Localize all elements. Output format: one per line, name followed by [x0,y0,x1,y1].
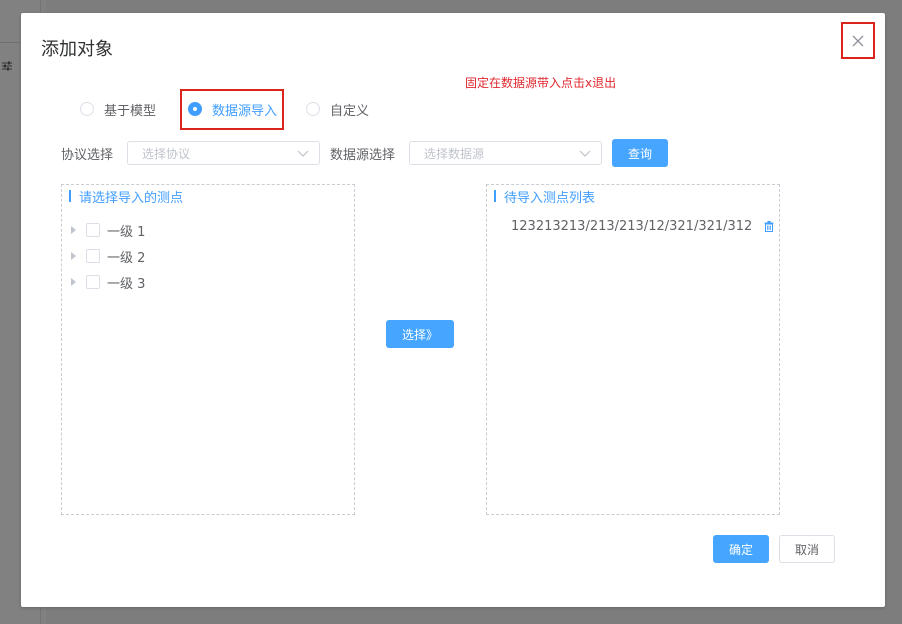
close-button[interactable] [841,22,875,59]
protocol-select[interactable]: 选择协议 [127,141,321,165]
chevron-down-icon [297,150,309,157]
close-icon [852,35,864,46]
datasource-label: 数据源选择 [330,147,396,163]
background-divider [0,42,20,43]
tree-checkbox[interactable] [86,223,100,237]
tree-node-label: 一级 2 [107,250,146,266]
radio-dot [306,102,321,116]
highlight-box: 数据源导入 [180,88,285,130]
tree-node: 一级 3 [71,269,145,295]
tree-node-label: 一级 1 [107,224,146,240]
import-mode-radio-group: 基于模型 数据源导入 自定义 [80,88,369,130]
confirm-button[interactable]: 确定 [713,535,769,563]
pending-import-panel: 待导入测点列表 123213213/213/213/12/321/321/312 [486,184,780,515]
radio-label: 数据源导入 [212,103,278,119]
expand-arrow-icon[interactable] [71,252,76,260]
panel-title: 待导入测点列表 [504,190,596,206]
cancel-button[interactable]: 取消 [779,535,835,563]
annotation-note: 固定在数据源带入点击x退出 [465,76,617,90]
filter-row: 协议选择 选择协议 数据源选择 选择数据源 查询 [61,139,669,167]
chevron-down-icon [579,150,591,157]
datasource-select[interactable]: 选择数据源 [409,141,603,165]
radio-label: 自定义 [330,103,370,119]
radio-label: 基于模型 [104,103,157,119]
tree-node: 一级 1 [71,217,145,243]
panel-title: 请选择导入的测点 [79,190,184,206]
point-tree: 一级 1 一级 2 一级 3 [71,217,145,295]
header-accent-bar [69,190,71,202]
radio-model-based[interactable]: 基于模型 [80,100,156,119]
import-item-path: 123213213/213/213/12/321/321/312 [511,219,753,234]
radio-custom[interactable]: 自定义 [306,100,369,119]
tree-node: 一级 2 [71,243,145,269]
available-points-panel: 请选择导入的测点 一级 1 一级 2 一级 3 [61,184,355,515]
trash-icon[interactable] [764,221,774,232]
radio-dot [188,102,203,116]
add-object-dialog: 添加对象 固定在数据源带入点击x退出 基于模型 数据源导入 自定义 协议选择 选… [21,13,885,607]
radio-datasource-import[interactable]: 数据源导入 [188,100,277,119]
tree-node-label: 一级 3 [107,276,146,292]
query-button[interactable]: 查询 [612,139,669,167]
panel-header: 待导入测点列表 [494,188,596,206]
select-transfer-button[interactable]: 选择》 [386,320,454,348]
list-item: 123213213/213/213/12/321/321/312 [511,219,774,234]
datasource-placeholder: 选择数据源 [424,146,485,161]
dialog-title: 添加对象 [41,39,113,60]
protocol-placeholder: 选择协议 [142,146,191,161]
header-accent-bar [494,190,496,202]
radio-dot [80,102,94,116]
panel-header: 请选择导入的测点 [69,188,184,206]
expand-arrow-icon[interactable] [71,226,76,234]
protocol-label: 协议选择 [61,147,114,163]
expand-arrow-icon[interactable] [71,278,76,286]
tree-checkbox[interactable] [86,275,100,289]
tree-checkbox[interactable] [86,249,100,263]
filter-sliders-icon [1,60,13,72]
